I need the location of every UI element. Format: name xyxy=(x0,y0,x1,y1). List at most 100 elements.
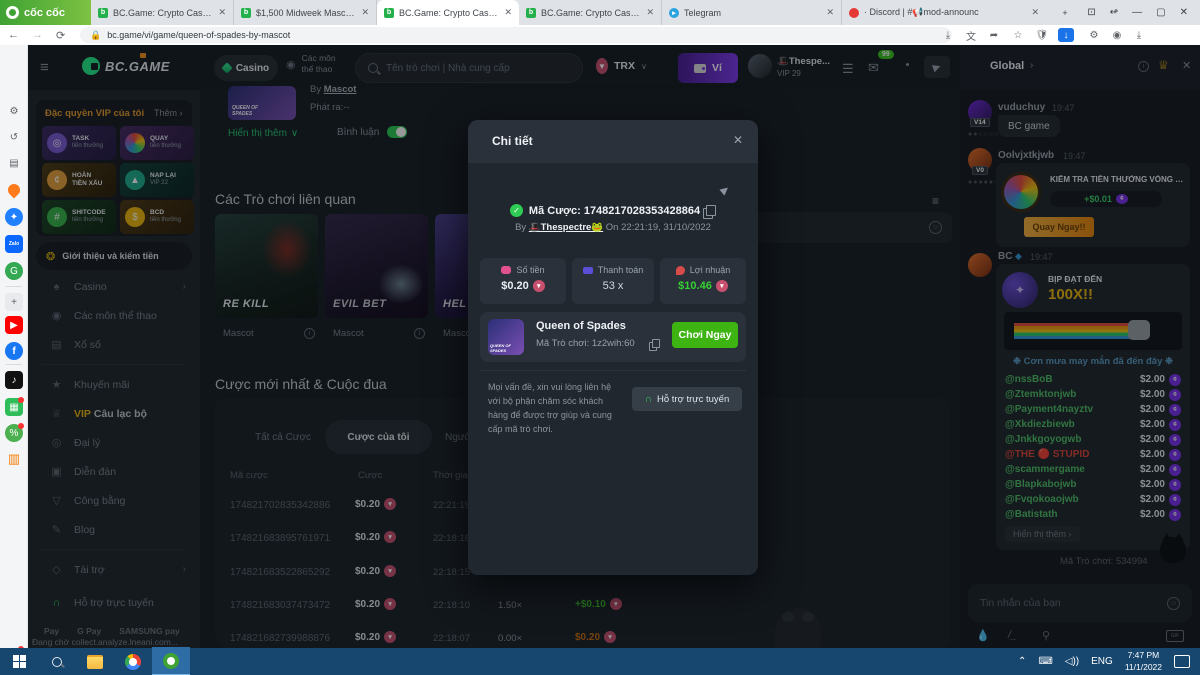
tab-bcgame-2[interactable]: b BC.Game: Crypto Casino Gam ✕ xyxy=(519,0,662,25)
tab-mascot-promo[interactable]: b $1,500 Midweek Mascot Mul ✕ xyxy=(234,0,377,25)
headset-icon: ∩ xyxy=(645,394,652,405)
taskbar-search-icon[interactable] xyxy=(38,648,76,675)
tab-bcgame-1[interactable]: b BC.Game: Crypto Casino Gam ✕ xyxy=(91,0,234,25)
windows-taskbar: ⌃ ⌨ ◁)) ENG 7:47 PM11/1/2022 xyxy=(0,648,1200,675)
rail-divider xyxy=(6,286,22,287)
recent-tabs-icon[interactable]: ↫ xyxy=(1110,7,1118,18)
modal-game-code: Mã Trò chơi: 1z2wih:60 xyxy=(536,338,635,349)
history-icon[interactable]: ↺ xyxy=(5,128,23,146)
hot-trends-icon[interactable] xyxy=(5,181,23,199)
cart-icon[interactable]: ▥ xyxy=(5,450,23,468)
tab-discord[interactable]: · Discord | #📢mod-announc ✕ xyxy=(842,0,1046,25)
tray-language[interactable]: ENG xyxy=(1091,656,1113,667)
live-support-button[interactable]: ∩ Hỗ trợ trực tuyến xyxy=(632,387,742,411)
bcgame-favicon: b xyxy=(98,8,108,18)
modal-game-name: Queen of Spades xyxy=(536,320,626,332)
save-page-icon[interactable]: ⤓ xyxy=(940,28,956,42)
profit-icon xyxy=(676,266,685,275)
messenger-icon[interactable]: ✦ xyxy=(5,208,23,226)
verified-check-icon: ✓ xyxy=(510,204,523,217)
share-icon[interactable]: ➦ xyxy=(986,28,1002,42)
youtube-icon[interactable]: ▶ xyxy=(5,316,23,334)
card-icon xyxy=(583,267,593,274)
zalo-icon[interactable]: Zalo xyxy=(5,235,23,253)
tray-network-icon[interactable]: ⌨ xyxy=(1038,656,1052,667)
tab-close-icon[interactable]: ✕ xyxy=(646,7,654,18)
bcgame-favicon: b xyxy=(241,8,251,18)
bcgame-favicon: b xyxy=(384,8,394,18)
url-bar[interactable]: 🔒 bc.game/vi/game/queen-of-spades-by-mas… xyxy=(80,27,952,43)
start-button[interactable] xyxy=(0,648,38,675)
bet-details-modal: Chi tiết ✕ ► ✓ Mã Cược: 1748217028353428… xyxy=(468,120,758,575)
telegram-favicon: ▸ xyxy=(669,8,679,18)
browser-address-bar: ← → ⟳ 🔒 bc.game/vi/game/queen-of-spades-… xyxy=(0,25,1200,45)
play-now-button[interactable]: Chơi Ngay xyxy=(672,322,738,348)
share-bet-icon[interactable]: ► xyxy=(715,180,735,200)
file-explorer-icon[interactable] xyxy=(76,648,114,675)
modal-game-thumbnail[interactable]: QUEEN OFSPADES xyxy=(488,319,524,355)
add-shortcut-button[interactable]: + xyxy=(5,293,23,311)
tray-clock[interactable]: 7:47 PM11/1/2022 xyxy=(1125,650,1162,672)
bet-id-row: ✓ Mã Cược: 1748217028353428864 xyxy=(468,204,758,217)
window-close-button[interactable]: ✕ xyxy=(1180,7,1188,18)
support-note: Mọi vấn đề, xin vui lòng liên hệ với bộ … xyxy=(488,381,624,437)
tab-close-icon[interactable]: ✕ xyxy=(218,7,226,18)
discord-favicon xyxy=(849,8,859,18)
coccoc-logo-icon xyxy=(6,6,19,19)
tab-search-icon[interactable]: ⊡ xyxy=(1087,7,1095,18)
back-button[interactable]: ← xyxy=(8,29,19,41)
window-minimize-button[interactable]: — xyxy=(1132,7,1142,18)
stat-profit: Lợi nhuận $10.46▼ xyxy=(660,258,746,304)
chrome-icon[interactable] xyxy=(114,648,152,675)
gift-icon[interactable]: ▦ xyxy=(5,398,23,416)
extensions-icon[interactable]: ⚙ xyxy=(1086,28,1102,42)
tiktok-icon[interactable]: ♪ xyxy=(5,371,23,389)
window-restore-button[interactable]: ▢ xyxy=(1156,7,1165,18)
pig-icon xyxy=(501,266,511,274)
rail-divider xyxy=(6,364,22,365)
games-icon[interactable]: G xyxy=(5,262,23,280)
bet-meta-row: By 🎩Thespectre🐸 On 22:21:19, 31/10/2022 xyxy=(468,222,758,233)
tab-telegram[interactable]: ▸ Telegram ✕ xyxy=(662,0,842,25)
downloads-tray-icon[interactable]: ⤓ xyxy=(1131,28,1147,42)
browser-tab-bar: cốc cốc b BC.Game: Crypto Casino Gam ✕ b… xyxy=(0,0,1200,25)
modal-game-row: QUEEN OFSPADES Queen of Spades Mã Trò ch… xyxy=(480,312,746,362)
settings-gear-icon[interactable]: ⚙ xyxy=(5,102,23,120)
new-tab-button[interactable]: + xyxy=(1046,0,1084,25)
download-active-icon[interactable]: ↓ xyxy=(1058,28,1074,42)
tab-close-icon[interactable]: ✕ xyxy=(361,7,369,18)
stat-amount: Số tiền $0.20▼ xyxy=(480,258,566,304)
tab-close-icon[interactable]: ✕ xyxy=(504,7,512,18)
tab-bcgame-active[interactable]: b BC.Game: Crypto Casino Gam ✕ xyxy=(377,0,519,25)
translate-icon[interactable]: 文 xyxy=(963,28,979,42)
reading-list-icon[interactable]: ▤ xyxy=(5,154,23,172)
shield-icon[interactable]: 🛡 xyxy=(1034,28,1050,42)
stat-payout: Thanh toán 53 x xyxy=(572,258,654,304)
modal-close-icon[interactable]: ✕ xyxy=(733,133,743,147)
screen: cốc cốc b BC.Game: Crypto Casino Gam ✕ b… xyxy=(0,0,1200,675)
tray-chevron-icon[interactable]: ⌃ xyxy=(1018,656,1026,667)
modal-footer: Mọi vấn đề, xin vui lòng liên hệ với bộ … xyxy=(480,370,746,428)
bet-user-link[interactable]: 🎩Thespectre🐸 xyxy=(529,222,603,233)
tab-close-icon[interactable]: ✕ xyxy=(826,7,834,18)
facebook-icon[interactable]: f xyxy=(5,342,23,360)
promo-icon[interactable]: % xyxy=(5,424,23,442)
tab-close-icon[interactable]: ✕ xyxy=(1031,7,1039,18)
action-center-icon[interactable] xyxy=(1174,655,1190,668)
profile-avatar-icon[interactable]: ◉ xyxy=(1109,28,1125,42)
reload-button[interactable]: ⟳ xyxy=(56,29,65,42)
modal-title: Chi tiết xyxy=(492,134,533,148)
coccoc-taskbar-icon[interactable] xyxy=(152,647,190,675)
coccoc-brand: cốc cốc xyxy=(0,0,91,25)
bookmark-star-icon[interactable]: ☆ xyxy=(1010,28,1026,42)
tray-volume-icon[interactable]: ◁)) xyxy=(1065,656,1079,667)
forward-button[interactable]: → xyxy=(32,29,43,41)
bet-id-text: Mã Cược: 1748217028353428864 xyxy=(529,205,700,217)
url-text: bc.game/vi/game/queen-of-spades-by-masco… xyxy=(107,30,290,40)
bcgame-favicon: b xyxy=(526,8,536,18)
brand-label: cốc cốc xyxy=(24,7,65,19)
copy-icon[interactable] xyxy=(706,205,716,216)
browser-side-rail: ⚙ ↺ ▤ ✦ Zalo G + ▶ f ♪ ▦ % ▥ ⋯ xyxy=(0,45,28,648)
copy-icon[interactable] xyxy=(652,339,660,348)
modal-header: Chi tiết ✕ xyxy=(468,120,758,163)
